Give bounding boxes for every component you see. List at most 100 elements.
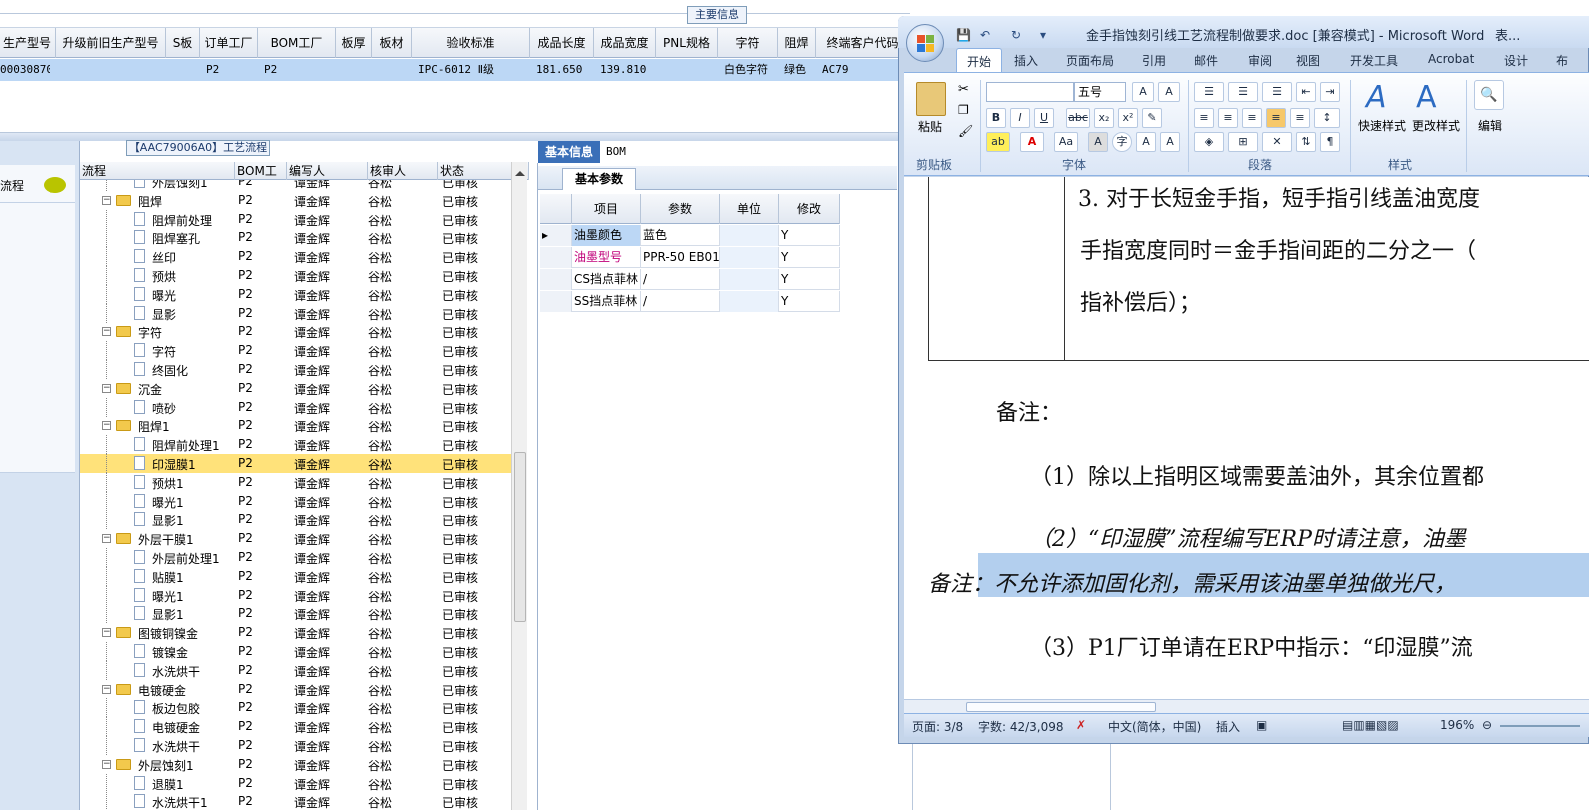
tree-row[interactable]: − 字符 P2 谭金辉 谷松 已审核 — [80, 322, 511, 341]
data-cell[interactable] — [342, 59, 372, 81]
tree-row[interactable]: 贴膜1 P2 谭金辉 谷松 已审核 — [80, 567, 511, 586]
tree-row[interactable]: 终固化 P2 谭金辉 谷松 已审核 — [80, 360, 511, 379]
tree-row[interactable]: 丝印 P2 谭金辉 谷松 已审核 — [80, 247, 511, 266]
col-modify[interactable]: 修改 — [779, 194, 840, 224]
multilevel-list-icon[interactable]: ☰ — [1262, 82, 1292, 102]
data-cell[interactable]: AC79 — [822, 59, 910, 81]
qat-customize-icon[interactable]: ▾ — [1040, 28, 1046, 42]
enclose-char-icon[interactable]: 字 — [1112, 132, 1132, 152]
cell-modify[interactable]: Y — [779, 247, 840, 268]
col-header[interactable]: 终端客户代码 — [816, 28, 910, 58]
param-row[interactable]: 油墨型号 PPR-50 EB01 Y — [540, 247, 840, 268]
tab-basic-info[interactable]: 基本信息 — [538, 141, 600, 163]
increase-indent-icon[interactable]: ⇥ — [1320, 82, 1340, 102]
col-param[interactable]: 参数 — [641, 194, 720, 224]
col-bom-factory[interactable]: BOM工厂 — [235, 162, 287, 196]
data-cell[interactable]: 绿色 — [784, 59, 816, 81]
language-indicator[interactable]: 中文(简体，中国) — [1108, 718, 1201, 735]
data-cell[interactable] — [172, 59, 200, 81]
cell-modify[interactable]: Y — [779, 225, 840, 246]
decrease-indent-icon[interactable]: ⇤ — [1296, 82, 1316, 102]
tree-row[interactable]: 阻焊塞孔 P2 谭金辉 谷松 已审核 — [80, 228, 511, 247]
tree-row[interactable]: 外层蚀刻1 P2 谭金辉 谷松 已审核 — [80, 180, 511, 191]
tree-row[interactable]: − 阻焊 P2 谭金辉 谷松 已审核 — [80, 191, 511, 210]
col-header[interactable]: 验收标准 — [412, 28, 530, 58]
italic-icon[interactable]: I — [1010, 108, 1030, 128]
tree-row[interactable]: 显影1 P2 谭金辉 谷松 已审核 — [80, 604, 511, 623]
process-scrollbar[interactable] — [511, 162, 527, 810]
collapse-icon[interactable]: − — [102, 628, 111, 637]
tree-row[interactable]: 显影 P2 谭金辉 谷松 已审核 — [80, 304, 511, 323]
row-indicator[interactable] — [540, 269, 572, 290]
collapse-icon[interactable]: − — [102, 384, 111, 393]
font-name-select[interactable] — [986, 82, 1074, 102]
col-header[interactable]: 成品宽度 — [594, 28, 656, 58]
quick-styles-icon[interactable]: A — [1366, 80, 1387, 115]
copy-icon[interactable]: ❐ — [958, 103, 969, 117]
horizontal-scrollbar[interactable] — [904, 699, 1589, 713]
underline-icon[interactable]: U — [1034, 108, 1054, 128]
tree-row[interactable]: 电镀硬金 P2 谭金辉 谷松 已审核 — [80, 717, 511, 736]
collapse-icon[interactable]: − — [102, 760, 111, 769]
col-header[interactable]: BOM工厂 — [258, 28, 336, 58]
cell-param[interactable]: 蓝色 — [641, 225, 720, 246]
data-cell[interactable]: IPC-6012 Ⅱ级 — [418, 59, 530, 81]
tree-row[interactable]: 喷砂 P2 谭金辉 谷松 已审核 — [80, 398, 511, 417]
tree-row[interactable]: 板边包胶 P2 谭金辉 谷松 已审核 — [80, 698, 511, 717]
font-color-icon[interactable]: A — [1020, 132, 1044, 152]
col-header[interactable]: 订单工厂 — [200, 28, 258, 58]
tree-row[interactable]: 字符 P2 谭金辉 谷松 已审核 — [80, 341, 511, 360]
scroll-up-icon[interactable] — [515, 166, 525, 176]
col-header[interactable]: PNL规格 — [656, 28, 718, 58]
align-center-icon[interactable]: ≡ — [1218, 108, 1238, 128]
tab-bom[interactable]: BOM — [606, 141, 646, 163]
cell-param[interactable]: / — [641, 269, 720, 290]
data-cell[interactable] — [662, 59, 718, 81]
col-header[interactable]: S板 — [166, 28, 200, 58]
office-button[interactable] — [906, 24, 944, 62]
align-right-icon[interactable]: ≡ — [1242, 108, 1262, 128]
cell-unit[interactable] — [720, 269, 779, 290]
tree-row[interactable]: − 外层蚀刻1 P2 谭金辉 谷松 已审核 — [80, 755, 511, 774]
show-marks-icon[interactable]: ¶ — [1320, 132, 1340, 152]
change-styles-icon[interactable]: A — [1416, 80, 1437, 115]
tree-row[interactable]: 阻焊前处理1 P2 谭金辉 谷松 已审核 — [80, 435, 511, 454]
shading-icon[interactable]: ◈ — [1194, 132, 1224, 152]
grow-font-icon[interactable]: A — [1132, 82, 1154, 102]
tree-row[interactable]: 水洗烘干 P2 谭金辉 谷松 已审核 — [80, 661, 511, 680]
paste-icon[interactable] — [916, 82, 946, 116]
col-unit[interactable]: 单位 — [720, 194, 779, 224]
save-icon[interactable]: 💾 — [956, 28, 971, 42]
data-cell[interactable] — [62, 59, 166, 81]
zoom-out-icon[interactable]: ⊖ — [1482, 718, 1492, 732]
col-header[interactable]: 成品长度 — [530, 28, 594, 58]
sidebar-item-flow[interactable]: 流程 — [0, 165, 75, 203]
tree-row[interactable]: − 电镀硬金 P2 谭金辉 谷松 已审核 — [80, 680, 511, 699]
tree-row[interactable]: − 沉金 P2 谭金辉 谷松 已审核 — [80, 379, 511, 398]
col-reviewer[interactable]: 核审人 — [368, 162, 438, 180]
undo-icon[interactable]: ↶ — [980, 28, 990, 42]
ribbon-tab[interactable]: 页面布局 — [1066, 52, 1114, 69]
row-indicator[interactable] — [540, 291, 572, 312]
cell-item[interactable]: 油墨颜色 — [572, 225, 641, 246]
format-painter-icon[interactable]: 🖌 — [958, 124, 973, 138]
cell-modify[interactable]: Y — [779, 269, 840, 290]
data-cell[interactable]: 139.810 — [600, 59, 656, 81]
superscript-icon[interactable]: x² — [1118, 108, 1138, 128]
data-cell[interactable]: 白色字符 — [724, 59, 778, 81]
justify-icon[interactable]: ≡ — [1266, 108, 1286, 128]
strikethrough-icon[interactable]: abc — [1066, 108, 1090, 128]
cell-param[interactable]: PPR-50 EB01 — [641, 247, 720, 268]
tree-row[interactable]: 预烘 P2 谭金辉 谷松 已审核 — [80, 266, 511, 285]
insert-mode[interactable]: 插入 — [1216, 718, 1240, 735]
col-header[interactable]: 字符 — [718, 28, 778, 58]
ribbon-tab[interactable]: 开始 — [956, 48, 1003, 72]
view-buttons-icon[interactable]: ▤▥▦▧▨ — [1342, 718, 1399, 732]
main-info-tab[interactable]: 主要信息 — [687, 6, 747, 24]
tree-row[interactable]: − 阻焊1 P2 谭金辉 谷松 已审核 — [80, 416, 511, 435]
row-indicator[interactable] — [540, 247, 572, 268]
cell-param[interactable]: / — [641, 291, 720, 312]
line-spacing-icon[interactable]: ↕ — [1314, 108, 1340, 128]
zoom-level[interactable]: 196% — [1440, 718, 1474, 732]
numbering-icon[interactable]: ☰ — [1228, 82, 1258, 102]
